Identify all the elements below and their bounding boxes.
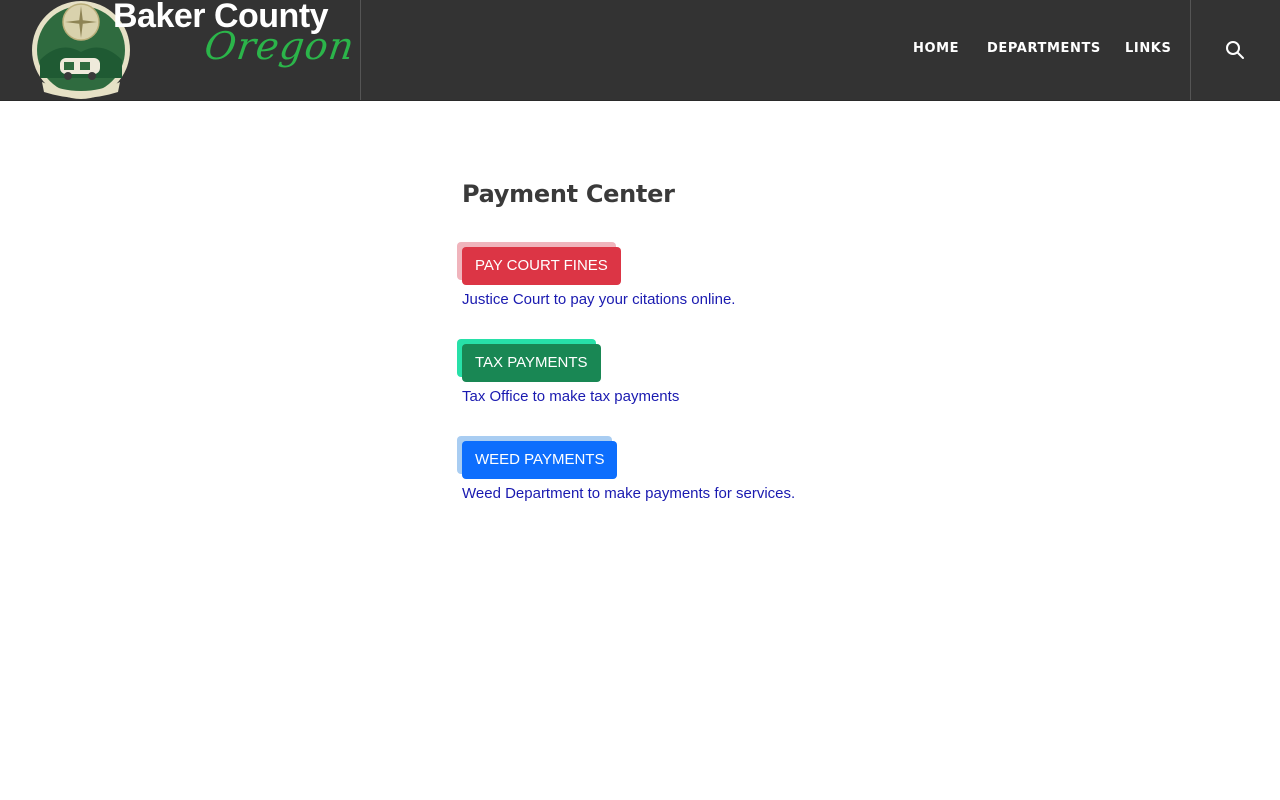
tax-payments-description-link[interactable]: Tax Office to make tax payments <box>462 388 679 405</box>
main-content: Payment Center PAY COURT FINES Justice C… <box>457 180 1062 502</box>
payment-item: WEED PAYMENTS Weed Department to make pa… <box>457 436 795 502</box>
nav-links[interactable]: LINKS <box>1125 41 1171 56</box>
logo-link[interactable]: Baker County Oregon <box>0 0 361 100</box>
nav-home[interactable]: HOME <box>913 41 959 56</box>
search-area <box>1190 0 1280 100</box>
page-title: Payment Center <box>462 180 675 208</box>
payment-item: TAX PAYMENTS Tax Office to make tax paym… <box>457 339 679 405</box>
tax-payments-button[interactable]: TAX PAYMENTS <box>462 344 601 382</box>
site-header: Baker County Oregon HOME DEPARTMENTS LIN… <box>0 0 1280 101</box>
court-fines-description-link[interactable]: Justice Court to pay your citations onli… <box>462 291 735 308</box>
payment-item: PAY COURT FINES Justice Court to pay you… <box>457 242 735 308</box>
site-state-script: Oregon <box>201 24 358 68</box>
pay-court-fines-button[interactable]: PAY COURT FINES <box>462 247 621 285</box>
nav-departments[interactable]: DEPARTMENTS <box>987 41 1101 56</box>
weed-payments-button[interactable]: WEED PAYMENTS <box>462 441 618 479</box>
weed-payments-description-link[interactable]: Weed Department to make payments for ser… <box>462 485 795 502</box>
search-icon[interactable] <box>1225 40 1245 60</box>
